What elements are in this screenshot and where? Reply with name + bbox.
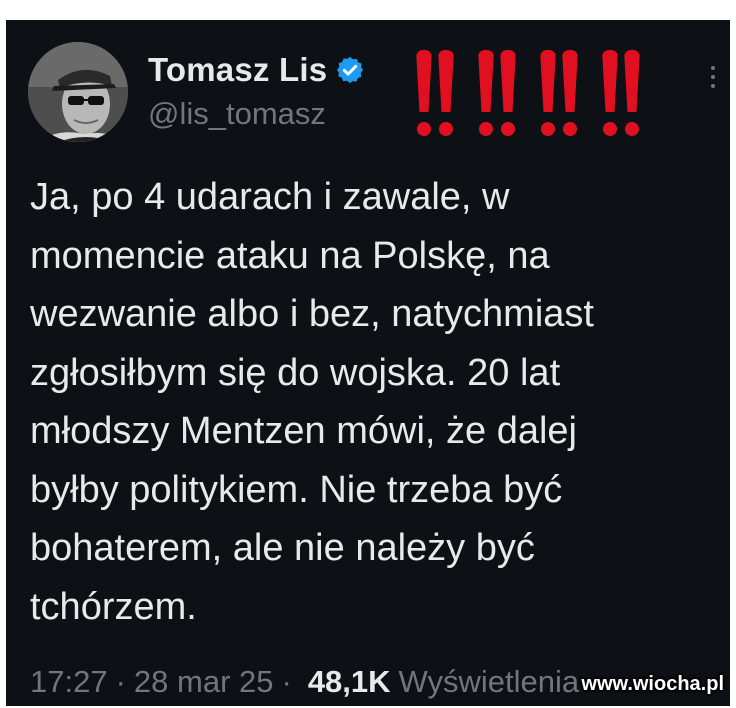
watermark: www.wiocha.pl [581, 673, 724, 695]
tweet-time[interactable]: 17:27 [30, 664, 108, 700]
avatar-photo-icon [28, 42, 128, 142]
tweet-text: Ja, po 4 udarach i zawale, w momencie at… [30, 176, 594, 628]
meta-separator: · [115, 664, 126, 699]
views-count[interactable]: 48,1K [308, 664, 391, 700]
views-label: Wyświetlenia [398, 664, 580, 699]
avatar[interactable] [28, 42, 128, 142]
tweet-date[interactable]: 28 mar 25 [134, 664, 274, 700]
author-handle[interactable]: @lis_tomasz [148, 96, 326, 132]
verified-badge-icon[interactable] [335, 55, 365, 85]
author-name-row: Tomasz Lis [148, 48, 365, 92]
author-display-name[interactable]: Tomasz Lis [148, 51, 327, 89]
more-vertical-icon[interactable] [708, 66, 718, 106]
meta-separator: · [281, 664, 292, 699]
tweet-card: Tomasz Lis @lis_tomasz Ja, po 4 udarach … [6, 20, 730, 706]
tweet-meta: 17:27 · 28 mar 25 · 48,1K Wyświetlenia [30, 658, 579, 706]
double-exclamation-marks-icon [416, 50, 640, 142]
